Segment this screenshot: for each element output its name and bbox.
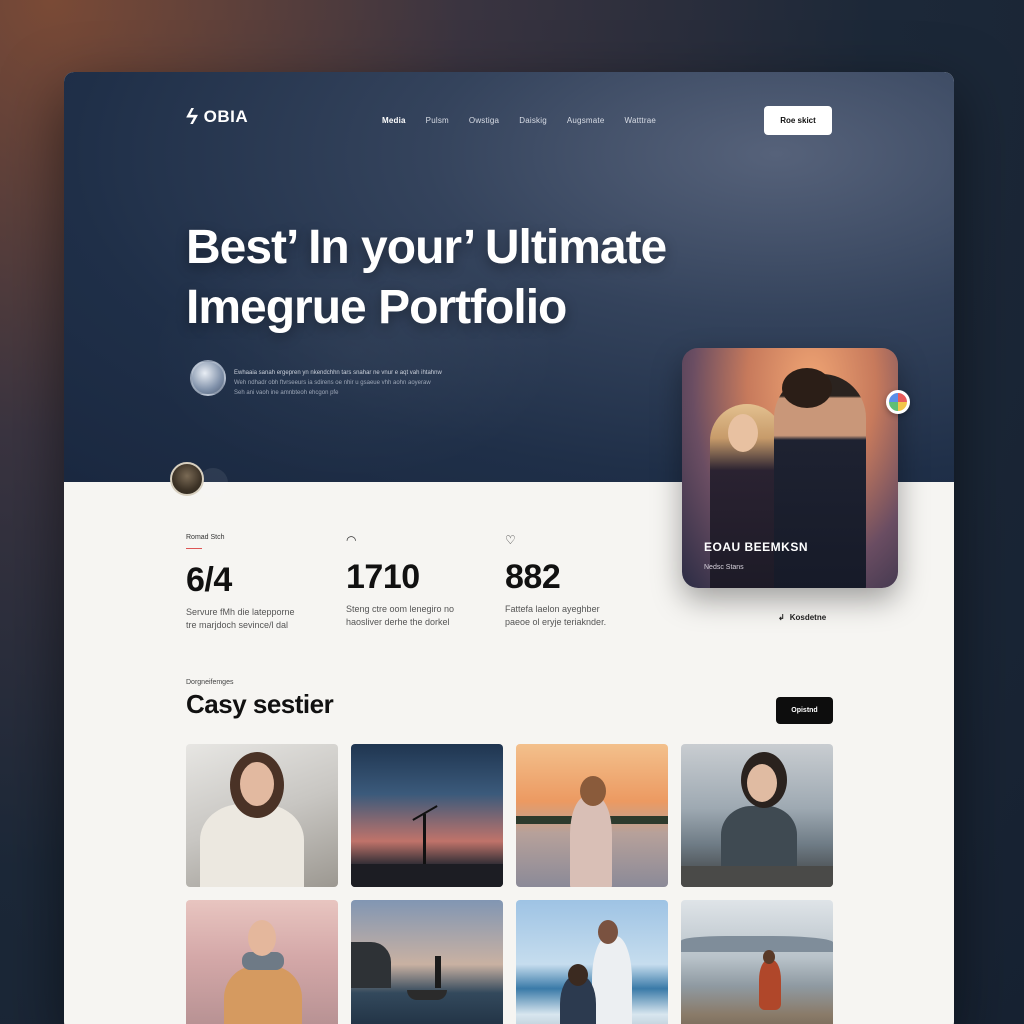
profile-photo-woman-face [728, 414, 758, 452]
profile-photo-man-hair [782, 368, 832, 408]
hero-desc-line-3: Seh ani vaoh ine amnbteoh ehcgon pfe [234, 390, 339, 396]
figure-man-head [598, 920, 618, 944]
gallery-tile-woman-scarf-jacket[interactable] [186, 900, 338, 1024]
figure-face [747, 764, 777, 802]
nav-item-pulsm[interactable]: Pulsm [426, 116, 449, 125]
profile-name: EOAU BEEMKSN [704, 540, 809, 554]
hero-desc-line-2: Weh ndhadr obh ftvrseeurs ia sdirens oe … [234, 380, 431, 386]
logo-text: OBIA [203, 107, 249, 126]
figure-face [240, 762, 274, 806]
section-title: Casy sestier [186, 689, 334, 719]
figure-woman-head [568, 964, 588, 986]
fisherman [435, 956, 441, 988]
distant-hills [681, 936, 833, 952]
stat-desc-line-1: Steng ctre oom lenegiro no [346, 604, 455, 614]
gallery-tile-woman-sunset-beach[interactable] [516, 744, 668, 887]
gallery-tile-couple-beach[interactable] [516, 900, 668, 1024]
hero-headline: Best’ In your’ Ultimate Imegrue Portfoli… [186, 218, 786, 338]
portfolio-page: ϟ OBIA Media Pulsm Owstiga Daiskig Augsm… [64, 72, 954, 1024]
stat-value: 882 [505, 558, 561, 596]
hero-avatar [190, 360, 226, 396]
profile-photo-man [774, 374, 866, 588]
stat-card: Romad Stch 6/4 Servure fMh die latepporn… [186, 534, 326, 632]
stat-desc-line-2: paeoe ol eryje teriaknder. [505, 617, 607, 627]
stat-accent-bar [186, 548, 202, 549]
headline-line-2: Imegrue Portfolio [186, 281, 567, 334]
foreground-rocks [681, 866, 833, 887]
figure-dress [570, 796, 612, 887]
nav-item-daiskig[interactable]: Daiskig [519, 116, 547, 125]
gallery-tile-portrait-woman-knit[interactable] [186, 744, 338, 887]
ground [351, 864, 503, 887]
profile-caption-text: Kosdetne [789, 613, 827, 622]
stat-description: Fattefa laelon ayeghber paeoe ol eryje t… [505, 603, 645, 629]
headline-line-1: Best’ In your’ Ultimate [186, 221, 667, 274]
section-options-button[interactable]: Opistnd [776, 697, 833, 724]
nav-item-owstiga[interactable]: Owstiga [469, 116, 499, 125]
stat-description: Servure fMh die latepporne tre marjdoch … [186, 606, 326, 632]
turbine-tower [423, 814, 426, 866]
nav-item-watttrae[interactable]: Watttrae [624, 116, 656, 125]
profile-subtitle: Nedsc Stans [704, 564, 744, 571]
gallery-grid [186, 744, 833, 1024]
profile-caption[interactable]: ↲ Kosdetne [778, 613, 826, 622]
figure-dress [759, 960, 781, 1010]
profile-card[interactable]: EOAU BEEMKSN Nedsc Stans [682, 348, 898, 588]
brand-logo[interactable]: ϟ OBIA [186, 106, 248, 128]
stat-desc-line-1: Servure fMh die latepporne [186, 607, 295, 617]
figure-jacket [224, 966, 302, 1024]
message-circle-icon: ◠ [346, 533, 357, 547]
boat [407, 990, 447, 1000]
signature-icon: ↲ [778, 613, 785, 622]
gallery-tile-woman-coast[interactable] [681, 744, 833, 887]
figure-man [592, 936, 632, 1024]
floating-avatar[interactable] [170, 462, 204, 496]
section-eyebrow: Dorgneifemges [186, 679, 234, 686]
header-cta-button[interactable]: Roe skict [764, 106, 832, 135]
nav-item-media[interactable]: Media [382, 116, 406, 125]
gallery-tile-wind-turbine-dusk[interactable] [351, 744, 503, 887]
color-wheel-icon[interactable] [886, 390, 910, 414]
gallery-tile-woman-rocky-shore[interactable] [681, 900, 833, 1024]
stat-desc-line-2: tre marjdoch sevince/l dal [186, 620, 289, 630]
stat-label: Romad Stch [186, 534, 225, 541]
main-nav: Media Pulsm Owstiga Daiskig Augsmate Wat… [382, 116, 656, 125]
stat-card: ◠ 1710 Steng ctre oom lenegiro no haosli… [346, 534, 486, 629]
nav-item-augsmate[interactable]: Augsmate [567, 116, 605, 125]
stat-description: Steng ctre oom lenegiro no haosliver der… [346, 603, 486, 629]
stat-value: 1710 [346, 558, 420, 596]
figure-head [580, 776, 606, 806]
hero-description: Ewhaaia sanah ergepren yn nkendchhn tars… [234, 368, 504, 398]
lightning-bolt-icon: ϟ [186, 104, 198, 129]
gallery-tile-fisherman-boat[interactable] [351, 900, 503, 1024]
stat-desc-line-2: haosliver derhe the dorkel [346, 617, 450, 627]
stat-value: 6/4 [186, 561, 232, 599]
figure-head [763, 950, 775, 964]
cliff [351, 942, 391, 988]
tag-icon: ♡ [505, 533, 516, 547]
stat-card: ♡ 882 Fattefa laelon ayeghber paeoe ol e… [505, 534, 645, 629]
hero-desc-line-1: Ewhaaia sanah ergepren yn nkendchhn tars… [234, 370, 442, 376]
stat-desc-line-1: Fattefa laelon ayeghber [505, 604, 600, 614]
figure-face [248, 920, 276, 956]
